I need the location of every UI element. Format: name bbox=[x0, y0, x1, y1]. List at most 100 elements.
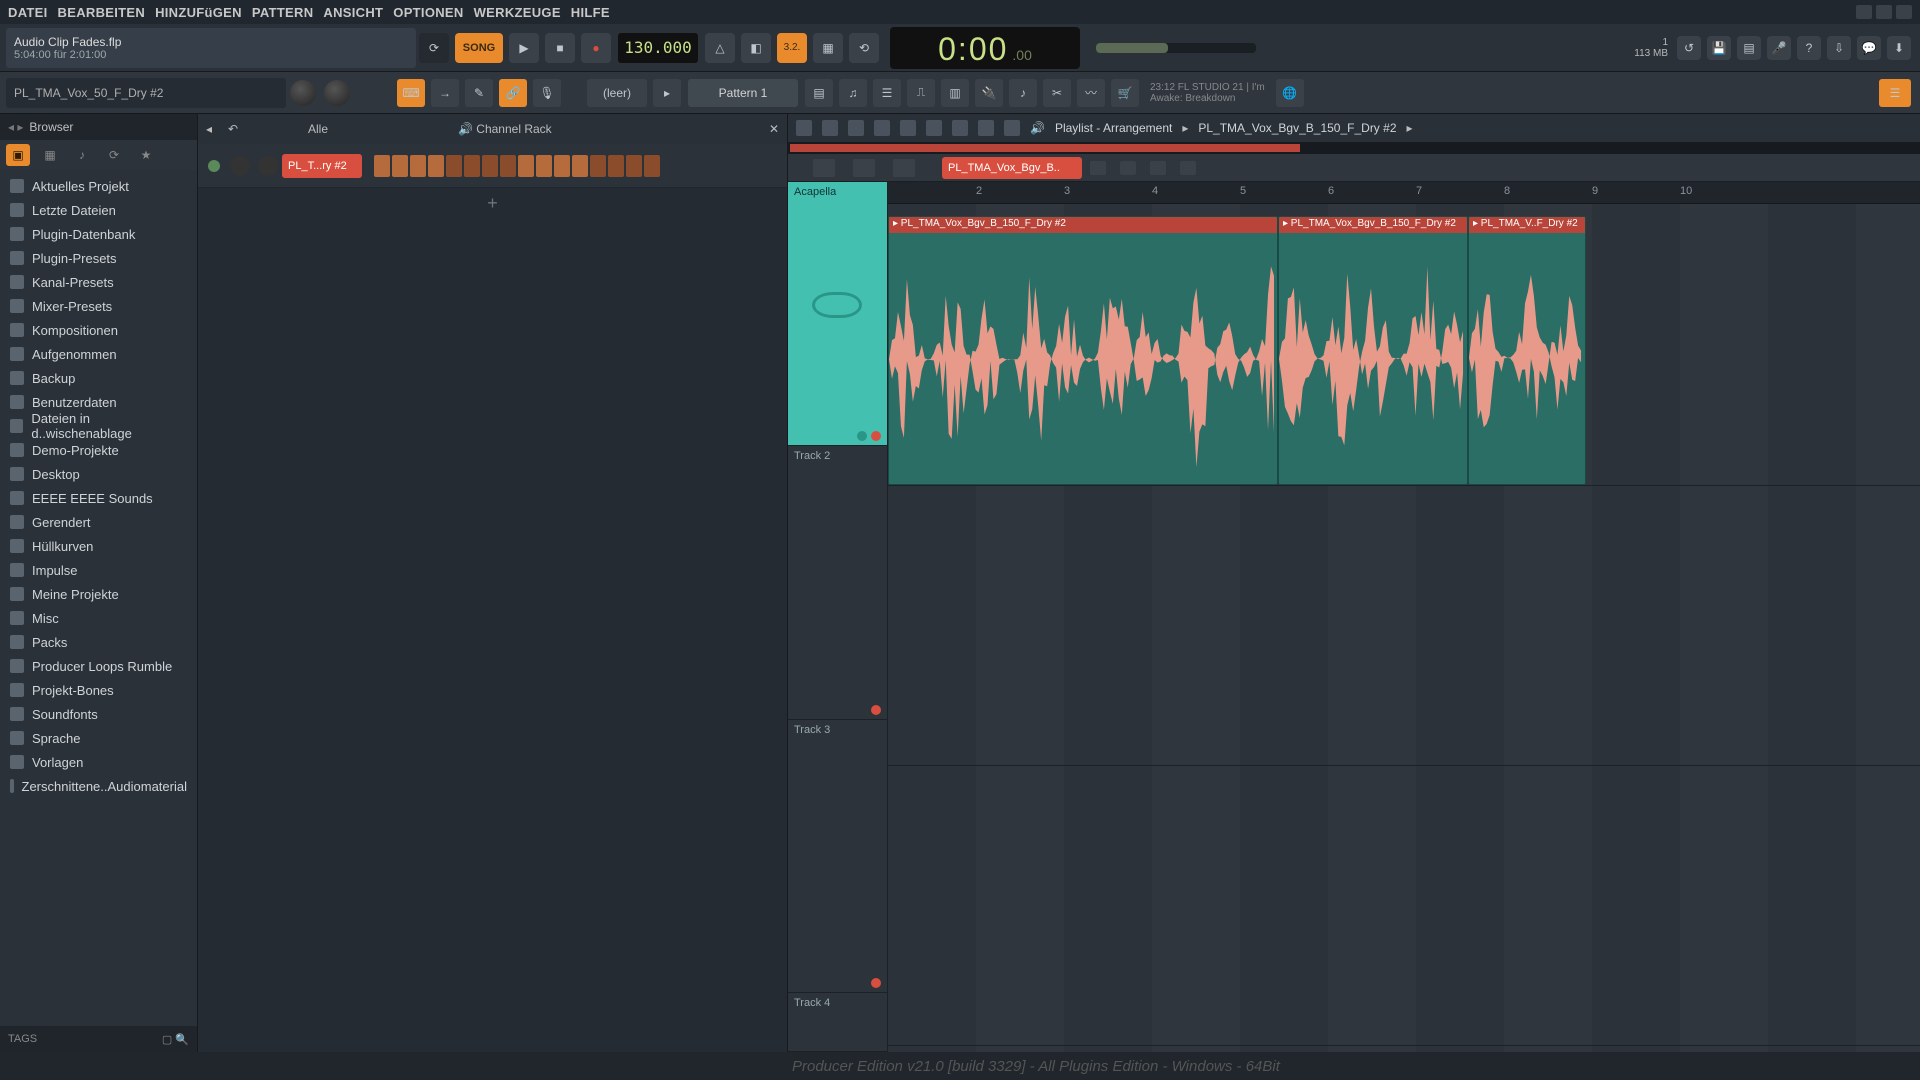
sync-icon[interactable]: ⟳ bbox=[419, 33, 449, 63]
channel-pan-knob[interactable] bbox=[230, 156, 250, 176]
add-channel-button[interactable]: + bbox=[198, 188, 787, 218]
step-sequencer[interactable] bbox=[374, 155, 662, 177]
layout-icon[interactable]: ☰ bbox=[1879, 79, 1911, 107]
tree-item[interactable]: Letzte Dateien bbox=[0, 198, 197, 222]
pencil-icon[interactable] bbox=[893, 159, 915, 177]
mic2-icon[interactable]: 🎙 bbox=[533, 79, 561, 107]
search-icon[interactable]: 🔍 bbox=[175, 1034, 189, 1046]
menu-hilfe[interactable]: HILFE bbox=[571, 5, 610, 20]
tree-item[interactable]: Aktuelles Projekt bbox=[0, 174, 197, 198]
audio-clip[interactable]: ▸ PL_TMA_V..F_Dry #2 bbox=[1468, 216, 1586, 485]
pl-speaker-icon[interactable]: 🔊 bbox=[1030, 121, 1045, 135]
step-cell[interactable] bbox=[644, 155, 660, 177]
typing-keyboard-icon[interactable]: ⌨ bbox=[397, 79, 425, 107]
browser-folders-icon[interactable]: ▣ bbox=[6, 144, 30, 166]
pl-zoom-icon[interactable] bbox=[926, 120, 942, 136]
song-mode-button[interactable]: SONG bbox=[455, 33, 503, 63]
download-icon[interactable]: ⬇ bbox=[1887, 36, 1911, 60]
track1-solo-icon[interactable] bbox=[871, 431, 881, 441]
tree-item[interactable]: Impulse bbox=[0, 558, 197, 582]
channel-enable-icon[interactable] bbox=[208, 160, 220, 172]
playlist-grid[interactable]: 2345678910 ▸ PL_TMA_Vox_Bgv_B_150_F_Dry … bbox=[888, 182, 1920, 1052]
track3-mute-icon[interactable] bbox=[871, 978, 881, 988]
step-cell[interactable] bbox=[536, 155, 552, 177]
channel-vol-knob[interactable] bbox=[258, 156, 278, 176]
chat-icon[interactable]: 💬 bbox=[1857, 36, 1881, 60]
track-lane-2[interactable] bbox=[888, 486, 1920, 766]
step-cell[interactable] bbox=[626, 155, 642, 177]
play-button[interactable]: ▶ bbox=[509, 33, 539, 63]
countdown-icon[interactable]: ◧ bbox=[741, 33, 771, 63]
render-icon[interactable]: ▤ bbox=[1737, 36, 1761, 60]
gridview-icon[interactable] bbox=[813, 159, 835, 177]
pianoroll-icon[interactable]: ♫ bbox=[839, 79, 867, 107]
plugin-icon[interactable]: 🔌 bbox=[975, 79, 1003, 107]
tree-item[interactable]: Producer Loops Rumble bbox=[0, 654, 197, 678]
export-icon[interactable]: ⇩ bbox=[1827, 36, 1851, 60]
menu-bearbeiten[interactable]: BEARBEITEN bbox=[58, 5, 146, 20]
pitch-knob[interactable] bbox=[290, 80, 316, 106]
step-cell[interactable] bbox=[464, 155, 480, 177]
master-volume-slider[interactable] bbox=[1096, 43, 1256, 53]
playlist-icon[interactable]: ▤ bbox=[805, 79, 833, 107]
loop-icon[interactable]: ⟲ bbox=[849, 33, 879, 63]
undo-icon[interactable]: ↺ bbox=[1677, 36, 1701, 60]
channel-name[interactable]: PL_T...ry #2 bbox=[282, 154, 362, 178]
globe-icon[interactable]: 🌐 bbox=[1276, 79, 1304, 107]
tree-item[interactable]: Sprache bbox=[0, 726, 197, 750]
trackopt-wave-icon[interactable] bbox=[1150, 161, 1166, 175]
track-lane-1[interactable]: ▸ PL_TMA_Vox_Bgv_B_150_F_Dry #2▸ PL_TMA_… bbox=[888, 216, 1920, 486]
trackopt-grid-icon[interactable] bbox=[1180, 161, 1196, 175]
step-cell[interactable] bbox=[500, 155, 516, 177]
add-icon[interactable] bbox=[853, 159, 875, 177]
track-lane-3[interactable] bbox=[888, 766, 1920, 1046]
time-ruler[interactable]: 2345678910 bbox=[888, 182, 1920, 204]
track2-mute-icon[interactable] bbox=[871, 705, 881, 715]
wand-icon[interactable]: ✎ bbox=[465, 79, 493, 107]
step-cell[interactable] bbox=[554, 155, 570, 177]
clip-picker[interactable]: PL_TMA_Vox_Bgv_B.. bbox=[942, 157, 1082, 179]
rack-undo-icon[interactable]: ↶ bbox=[228, 122, 238, 136]
track1-mute-icon[interactable] bbox=[857, 431, 867, 441]
tree-item[interactable]: Dateien in d..wischenablage bbox=[0, 414, 197, 438]
pl-link-icon[interactable] bbox=[848, 120, 864, 136]
tree-item[interactable]: Gerendert bbox=[0, 510, 197, 534]
browser-audio-icon[interactable]: ♪ bbox=[70, 144, 94, 166]
stop-button[interactable]: ■ bbox=[545, 33, 575, 63]
tree-item[interactable]: Projekt-Bones bbox=[0, 678, 197, 702]
tree-item[interactable]: Aufgenommen bbox=[0, 342, 197, 366]
step-cell[interactable] bbox=[482, 155, 498, 177]
minimize-button[interactable] bbox=[1856, 5, 1872, 19]
brush-icon[interactable]: 〰 bbox=[1077, 79, 1105, 107]
pl-sound-icon[interactable] bbox=[1004, 120, 1020, 136]
pattern-sub[interactable]: (leer) bbox=[587, 79, 647, 107]
volume-knob[interactable] bbox=[324, 80, 350, 106]
shop-icon[interactable]: 🛒 bbox=[1111, 79, 1139, 107]
arrow-icon[interactable]: → bbox=[431, 79, 459, 107]
audio-clip[interactable]: ▸ PL_TMA_Vox_Bgv_B_150_F_Dry #2 bbox=[1278, 216, 1468, 485]
tempo-icon[interactable]: ♪ bbox=[1009, 79, 1037, 107]
tags-collapse-icon[interactable]: ▢ bbox=[162, 1034, 172, 1046]
menu-optionen[interactable]: OPTIONEN bbox=[393, 5, 463, 20]
maximize-button[interactable] bbox=[1876, 5, 1892, 19]
record-button[interactable]: ● bbox=[581, 33, 611, 63]
step-cell[interactable] bbox=[590, 155, 606, 177]
menu-ansicht[interactable]: ANSICHT bbox=[323, 5, 383, 20]
patt-prev-icon[interactable]: ▸ bbox=[653, 79, 681, 107]
pl-arrow-icon[interactable] bbox=[900, 120, 916, 136]
menu-pattern[interactable]: PATTERN bbox=[252, 5, 314, 20]
close-button[interactable] bbox=[1896, 5, 1912, 19]
track-header-3[interactable]: Track 3 bbox=[788, 720, 887, 994]
wavepicker[interactable]: PL_TMA_Vox_50_F_Dry #2 bbox=[6, 78, 286, 108]
channel-row[interactable]: PL_T...ry #2 bbox=[198, 144, 787, 188]
link-icon[interactable]: 🔗 bbox=[499, 79, 527, 107]
tree-item[interactable]: Misc bbox=[0, 606, 197, 630]
rack-close-icon[interactable]: ✕ bbox=[769, 122, 779, 136]
tree-item[interactable]: Demo-Projekte bbox=[0, 438, 197, 462]
pl-headphone-icon[interactable] bbox=[822, 120, 838, 136]
breadcrumb-2[interactable]: PL_TMA_Vox_Bgv_B_150_F_Dry #2 bbox=[1198, 121, 1396, 135]
menu-datei[interactable]: DATEI bbox=[8, 5, 48, 20]
tempo-display[interactable]: 130.000 bbox=[618, 33, 698, 63]
tree-item[interactable]: Plugin-Datenbank bbox=[0, 222, 197, 246]
browser-tree[interactable]: Aktuelles ProjektLetzte DateienPlugin-Da… bbox=[0, 170, 197, 1026]
